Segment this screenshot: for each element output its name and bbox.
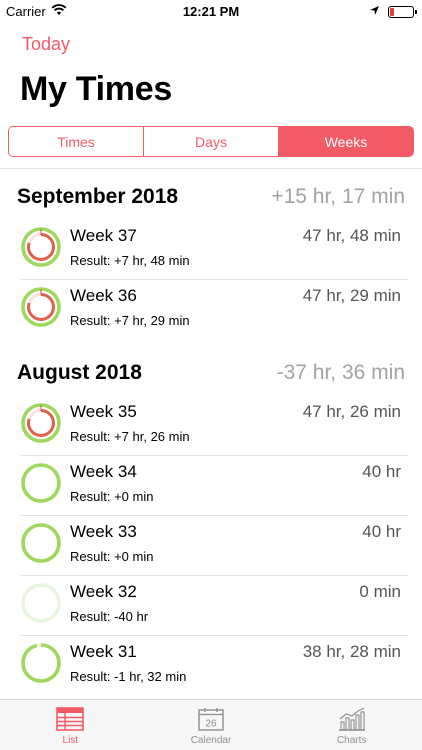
- status-bar: Carrier 12:21 PM: [0, 0, 422, 22]
- header-divider: [0, 168, 422, 169]
- status-right: [369, 4, 417, 19]
- section-header: September 2018 +15 hr, 17 min: [0, 176, 422, 220]
- week-value: 47 hr, 26 min: [302, 402, 401, 421]
- segment-days[interactable]: Days: [144, 127, 279, 156]
- section-total: +15 hr, 17 min: [271, 185, 405, 208]
- week-value: 40 hr: [362, 462, 401, 481]
- calendar-icon: 26: [198, 708, 224, 731]
- segmented-control: Times Days Weeks: [8, 126, 414, 157]
- week-result: Result: +0 min: [70, 549, 154, 564]
- status-time: 12:21 PM: [182, 4, 240, 19]
- section-title: August 2018: [17, 361, 142, 384]
- week-row[interactable]: Week 36 Result: +7 hr, 29 min 47 hr, 29 …: [0, 280, 422, 340]
- progress-ring-icon: [21, 583, 61, 623]
- week-value: 47 hr, 48 min: [302, 226, 401, 245]
- charts-icon: [338, 707, 365, 731]
- tab-label: Charts: [336, 735, 367, 746]
- progress-ring-icon: [21, 463, 61, 503]
- back-button[interactable]: Today: [22, 34, 70, 55]
- section-title: September 2018: [17, 185, 179, 208]
- week-title: Week 37: [70, 226, 137, 245]
- segment-times[interactable]: Times: [9, 127, 144, 156]
- week-result: Result: -40 hr: [70, 609, 149, 624]
- week-title: Week 32: [70, 582, 137, 601]
- tab-charts[interactable]: Charts: [281, 700, 422, 750]
- week-row[interactable]: Week 34 Result: +0 min 40 hr: [0, 456, 422, 516]
- page-title: My Times: [20, 70, 172, 108]
- segment-weeks[interactable]: Weeks: [279, 127, 413, 156]
- week-value: 47 hr, 29 min: [302, 286, 401, 305]
- progress-ring-icon: [21, 403, 61, 443]
- week-result: Result: +7 hr, 26 min: [70, 429, 190, 444]
- progress-ring-icon: [21, 523, 61, 563]
- tab-list[interactable]: List: [0, 700, 141, 750]
- tab-bar: List 26 Calendar Charts: [0, 699, 422, 750]
- progress-ring-icon: [21, 287, 61, 327]
- progress-ring-icon: [21, 643, 61, 683]
- week-result: Result: -1 hr, 32 min: [70, 669, 187, 684]
- battery-icon: [388, 5, 417, 18]
- calendar-icon-day: 26: [205, 719, 217, 730]
- week-row[interactable]: Week 31 Result: -1 hr, 32 min 38 hr, 28 …: [0, 636, 422, 696]
- tab-calendar[interactable]: 26 Calendar: [141, 700, 282, 750]
- list-icon: [56, 707, 85, 731]
- week-result: Result: +0 min: [70, 489, 154, 504]
- weeks-list: September 2018 +15 hr, 17 min Week 37 Re…: [0, 176, 422, 696]
- week-value: 0 min: [359, 582, 401, 601]
- week-value: 40 hr: [362, 522, 401, 541]
- week-title: Week 33: [70, 522, 137, 541]
- section-total: -37 hr, 36 min: [276, 361, 405, 384]
- week-row[interactable]: Week 35 Result: +7 hr, 26 min 47 hr, 26 …: [0, 396, 422, 456]
- week-title: Week 31: [70, 642, 137, 661]
- location-arrow-icon: [369, 4, 380, 19]
- week-title: Week 36: [70, 286, 137, 305]
- week-result: Result: +7 hr, 29 min: [70, 313, 190, 328]
- week-row[interactable]: Week 33 Result: +0 min 40 hr: [0, 516, 422, 576]
- week-title: Week 34: [70, 462, 137, 481]
- week-title: Week 35: [70, 402, 137, 421]
- progress-ring-icon: [21, 227, 61, 267]
- week-row[interactable]: Week 37 Result: +7 hr, 48 min 47 hr, 48 …: [0, 220, 422, 280]
- week-result: Result: +7 hr, 48 min: [70, 253, 190, 268]
- section-header: August 2018 -37 hr, 36 min: [0, 352, 422, 396]
- tab-label: List: [62, 735, 79, 746]
- week-row[interactable]: Week 32 Result: -40 hr 0 min: [0, 576, 422, 636]
- tab-label: Calendar: [190, 735, 232, 746]
- week-value: 38 hr, 28 min: [302, 642, 401, 661]
